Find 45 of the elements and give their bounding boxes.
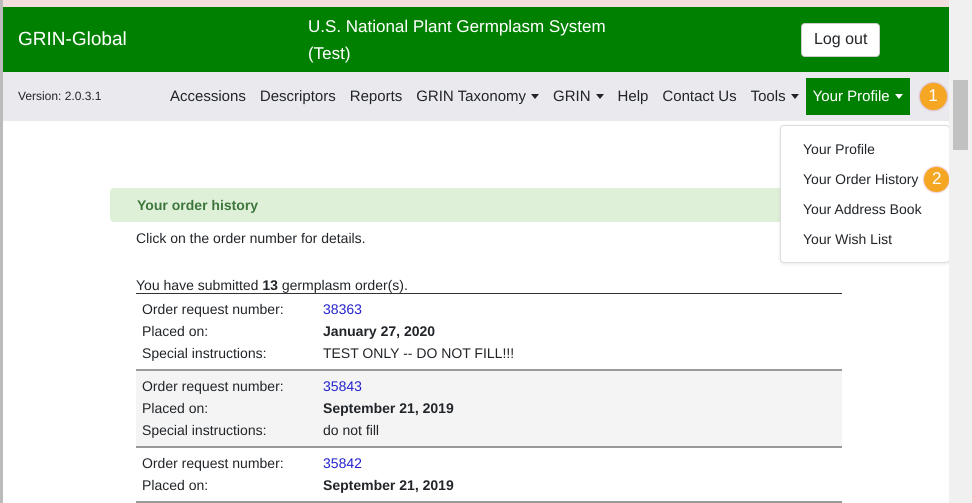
hint-text: Click on the order number for details. <box>136 230 366 246</box>
field-value: TEST ONLY -- DO NOT FILL!!! <box>323 344 514 363</box>
nav-link[interactable]: GRIN Taxonomy <box>409 78 546 115</box>
nav-link[interactable]: Reports <box>342 78 410 115</box>
scrollbar-thumb[interactable] <box>953 80 968 150</box>
caret-icon <box>790 94 799 99</box>
caret-icon <box>596 94 604 99</box>
order-number-link[interactable]: 35842 <box>323 452 362 474</box>
field-label: Order request number: <box>142 300 285 319</box>
field-value: September 21, 2019 <box>323 476 454 495</box>
caret-icon <box>531 94 540 99</box>
field-label: Special instructions: <box>142 344 268 363</box>
field-value: do not fill <box>323 421 380 440</box>
nav-link[interactable]: Accessions <box>163 78 253 115</box>
field-label: Order request number: <box>142 454 285 473</box>
brand-name: GRIN-Global <box>18 28 128 51</box>
field-value: January 27, 2020 <box>323 322 436 341</box>
version-label: Version: 2.0.3.1 <box>18 89 102 104</box>
order-number-link[interactable]: 35843 <box>323 375 362 397</box>
field-label: Placed on: <box>142 476 210 495</box>
site-title: U.S. National Plant Germplasm System <box>308 16 607 38</box>
field-label: Placed on: <box>142 399 210 418</box>
nav-link[interactable]: Help <box>610 78 656 115</box>
callout-badge: 1 <box>920 82 947 110</box>
field-label: Order request number: <box>142 377 285 396</box>
menu-item[interactable]: Your Order History <box>803 171 918 187</box>
menu-item[interactable]: Your Profile <box>803 141 875 157</box>
order-number-link[interactable]: 38363 <box>323 298 362 320</box>
field-value: September 21, 2019 <box>323 399 454 418</box>
logout-button[interactable]: Log out <box>801 22 880 57</box>
nav-link[interactable]: Your Profile <box>806 78 910 115</box>
menu-item[interactable]: Your Address Book <box>803 201 922 217</box>
caret-icon <box>894 94 903 99</box>
menu-item[interactable]: Your Wish List <box>803 231 892 247</box>
scrollbar[interactable] <box>949 0 972 503</box>
nav-link[interactable]: Contact Us <box>655 78 744 115</box>
field-label: Placed on: <box>142 322 210 341</box>
summary-text: You have submitted 13 germplasm order(s). <box>136 277 409 293</box>
nav-link[interactable]: Tools <box>744 78 806 115</box>
field-label: Special instructions: <box>142 421 268 440</box>
section-title: Your order history <box>137 197 258 213</box>
nav-link[interactable]: Descriptors <box>252 78 343 115</box>
nav-link[interactable]: GRIN <box>546 78 611 115</box>
site-title: (Test) <box>308 42 352 65</box>
callout-badge: 2 <box>924 166 949 192</box>
